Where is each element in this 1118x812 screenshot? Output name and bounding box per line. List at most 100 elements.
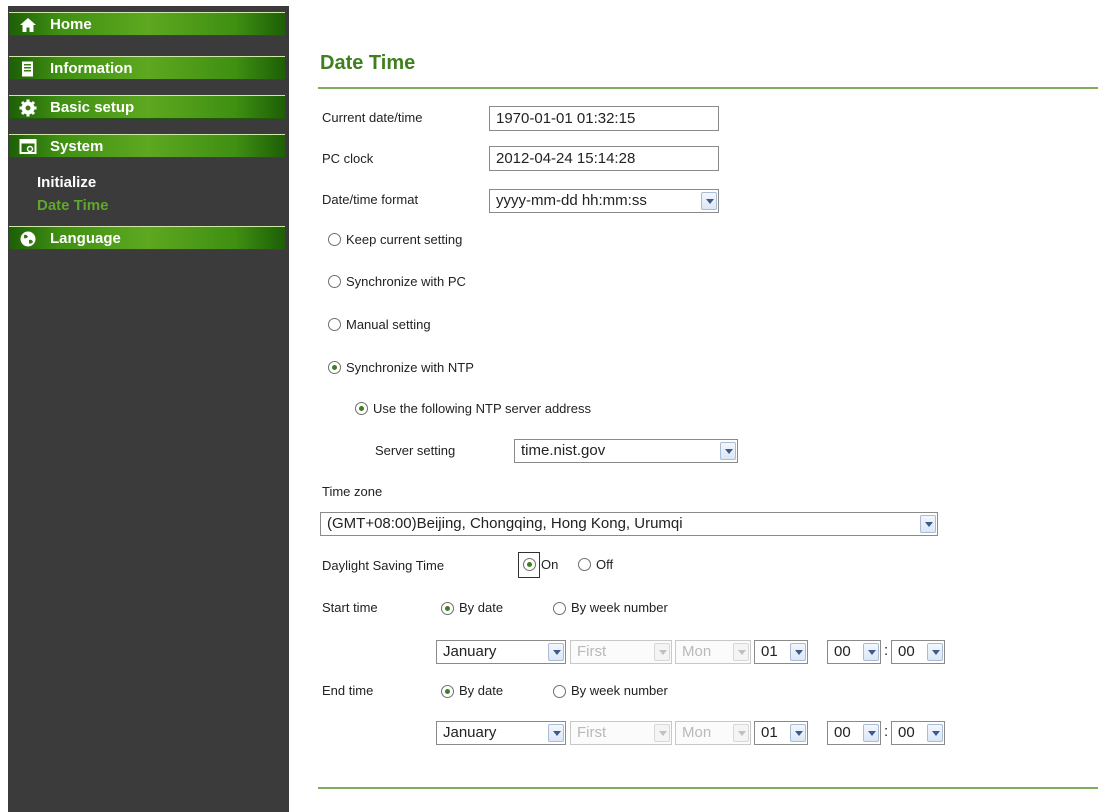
keep-current-label: Keep current setting <box>346 232 463 247</box>
nav-home-label: Home <box>50 16 92 33</box>
chevron-down-icon <box>701 192 717 210</box>
chevron-down-icon <box>927 643 943 661</box>
start-hour-select[interactable]: 00 <box>827 640 881 664</box>
chevron-down-icon <box>790 724 806 742</box>
radio-start-by-date[interactable] <box>441 602 454 615</box>
start-week-select: First <box>570 640 672 664</box>
server-setting-select[interactable]: time.nist.gov <box>514 439 738 463</box>
nav-language[interactable]: Language <box>9 226 285 250</box>
end-by-date-label: By date <box>459 683 504 698</box>
chevron-down-icon <box>733 724 749 742</box>
datetime-format-select[interactable]: yyyy-mm-dd hh:mm:ss <box>489 189 719 213</box>
server-setting-label: Server setting <box>375 443 456 458</box>
nav-information-label: Information <box>50 60 133 77</box>
start-by-date-label: By date <box>459 600 504 615</box>
chevron-down-icon <box>863 643 879 661</box>
start-weekday-value: Mon <box>682 643 712 660</box>
time-zone-select[interactable]: (GMT+08:00)Beijing, Chongqing, Hong Kong… <box>320 512 938 536</box>
radio-dst-on[interactable] <box>523 558 536 571</box>
datetime-format-value: yyyy-mm-dd hh:mm:ss <box>496 192 647 209</box>
nav-information[interactable]: Information <box>9 56 285 80</box>
start-time-separator: : <box>884 642 889 659</box>
end-weekday-select: Mon <box>675 721 751 745</box>
end-by-week-label: By week number <box>571 683 668 698</box>
nav-basic-setup[interactable]: Basic setup <box>9 95 285 119</box>
radio-manual[interactable] <box>328 318 341 331</box>
sync-pc-label: Synchronize with PC <box>346 274 466 289</box>
end-month-value: January <box>443 724 497 741</box>
nav-home[interactable]: Home <box>9 12 285 36</box>
nav-system[interactable]: System <box>9 134 285 158</box>
radio-dst-off[interactable] <box>578 558 591 571</box>
start-weekday-select: Mon <box>675 640 751 664</box>
sidebar-item-initialize[interactable]: Initialize <box>37 174 96 191</box>
end-weekday-value: Mon <box>682 724 712 741</box>
gear-icon <box>19 99 37 117</box>
chevron-down-icon <box>790 643 806 661</box>
radio-keep-current[interactable] <box>328 233 341 246</box>
end-time-separator: : <box>884 723 889 740</box>
chevron-down-icon <box>733 643 749 661</box>
time-zone-label: Time zone <box>322 484 383 499</box>
radio-sync-pc[interactable] <box>328 275 341 288</box>
home-icon <box>19 16 37 34</box>
sidebar <box>8 6 289 812</box>
start-minute-select[interactable]: 00 <box>891 640 945 664</box>
current-datetime-field[interactable]: 1970-01-01 01:32:15 <box>489 106 719 131</box>
start-month-value: January <box>443 643 497 660</box>
title-divider <box>318 87 1098 89</box>
radio-start-by-week[interactable] <box>553 602 566 615</box>
globe-icon <box>19 230 37 248</box>
end-day-select[interactable]: 01 <box>754 721 808 745</box>
datetime-format-label: Date/time format <box>322 192 419 207</box>
bottom-divider <box>318 787 1098 789</box>
end-time-label: End time <box>322 683 374 698</box>
chevron-down-icon <box>654 643 670 661</box>
end-hour-select[interactable]: 00 <box>827 721 881 745</box>
sidebar-item-date-time[interactable]: Date Time <box>37 197 108 214</box>
start-day-select[interactable]: 01 <box>754 640 808 664</box>
end-day-value: 01 <box>761 724 778 741</box>
document-icon <box>19 60 37 78</box>
chevron-down-icon <box>927 724 943 742</box>
end-week-select: First <box>570 721 672 745</box>
chevron-down-icon <box>548 643 564 661</box>
chevron-down-icon <box>548 724 564 742</box>
start-day-value: 01 <box>761 643 778 660</box>
time-zone-value: (GMT+08:00)Beijing, Chongqing, Hong Kong… <box>327 515 683 532</box>
pc-clock-label: PC clock <box>322 151 374 166</box>
server-setting-value: time.nist.gov <box>521 442 606 459</box>
radio-end-by-week[interactable] <box>553 685 566 698</box>
chevron-down-icon <box>920 515 936 533</box>
end-month-select[interactable]: January <box>436 721 566 745</box>
dst-on-label: On <box>541 557 559 572</box>
use-ntp-server-label: Use the following NTP server address <box>373 401 591 416</box>
page-title: Date Time <box>320 52 416 74</box>
current-datetime-label: Current date/time <box>322 110 423 125</box>
start-hour-value: 00 <box>834 643 851 660</box>
chevron-down-icon <box>654 724 670 742</box>
end-week-value: First <box>577 724 607 741</box>
nav-system-label: System <box>50 138 104 155</box>
radio-end-by-date[interactable] <box>441 685 454 698</box>
manual-label: Manual setting <box>346 317 431 332</box>
system-icon <box>19 138 37 156</box>
end-minute-value: 00 <box>898 724 915 741</box>
radio-use-ntp-server[interactable] <box>355 402 368 415</box>
chevron-down-icon <box>720 442 736 460</box>
end-minute-select[interactable]: 00 <box>891 721 945 745</box>
start-by-week-label: By week number <box>571 600 668 615</box>
start-time-label: Start time <box>322 600 378 615</box>
nav-language-label: Language <box>50 230 121 247</box>
end-hour-value: 00 <box>834 724 851 741</box>
pc-clock-field[interactable]: 2012-04-24 15:14:28 <box>489 146 719 171</box>
dst-off-label: Off <box>596 557 614 572</box>
start-minute-value: 00 <box>898 643 915 660</box>
chevron-down-icon <box>863 724 879 742</box>
sync-ntp-label: Synchronize with NTP <box>346 360 474 375</box>
start-week-value: First <box>577 643 607 660</box>
dst-label: Daylight Saving Time <box>322 558 445 573</box>
nav-basic-setup-label: Basic setup <box>50 99 135 116</box>
start-month-select[interactable]: January <box>436 640 566 664</box>
radio-sync-ntp[interactable] <box>328 361 341 374</box>
